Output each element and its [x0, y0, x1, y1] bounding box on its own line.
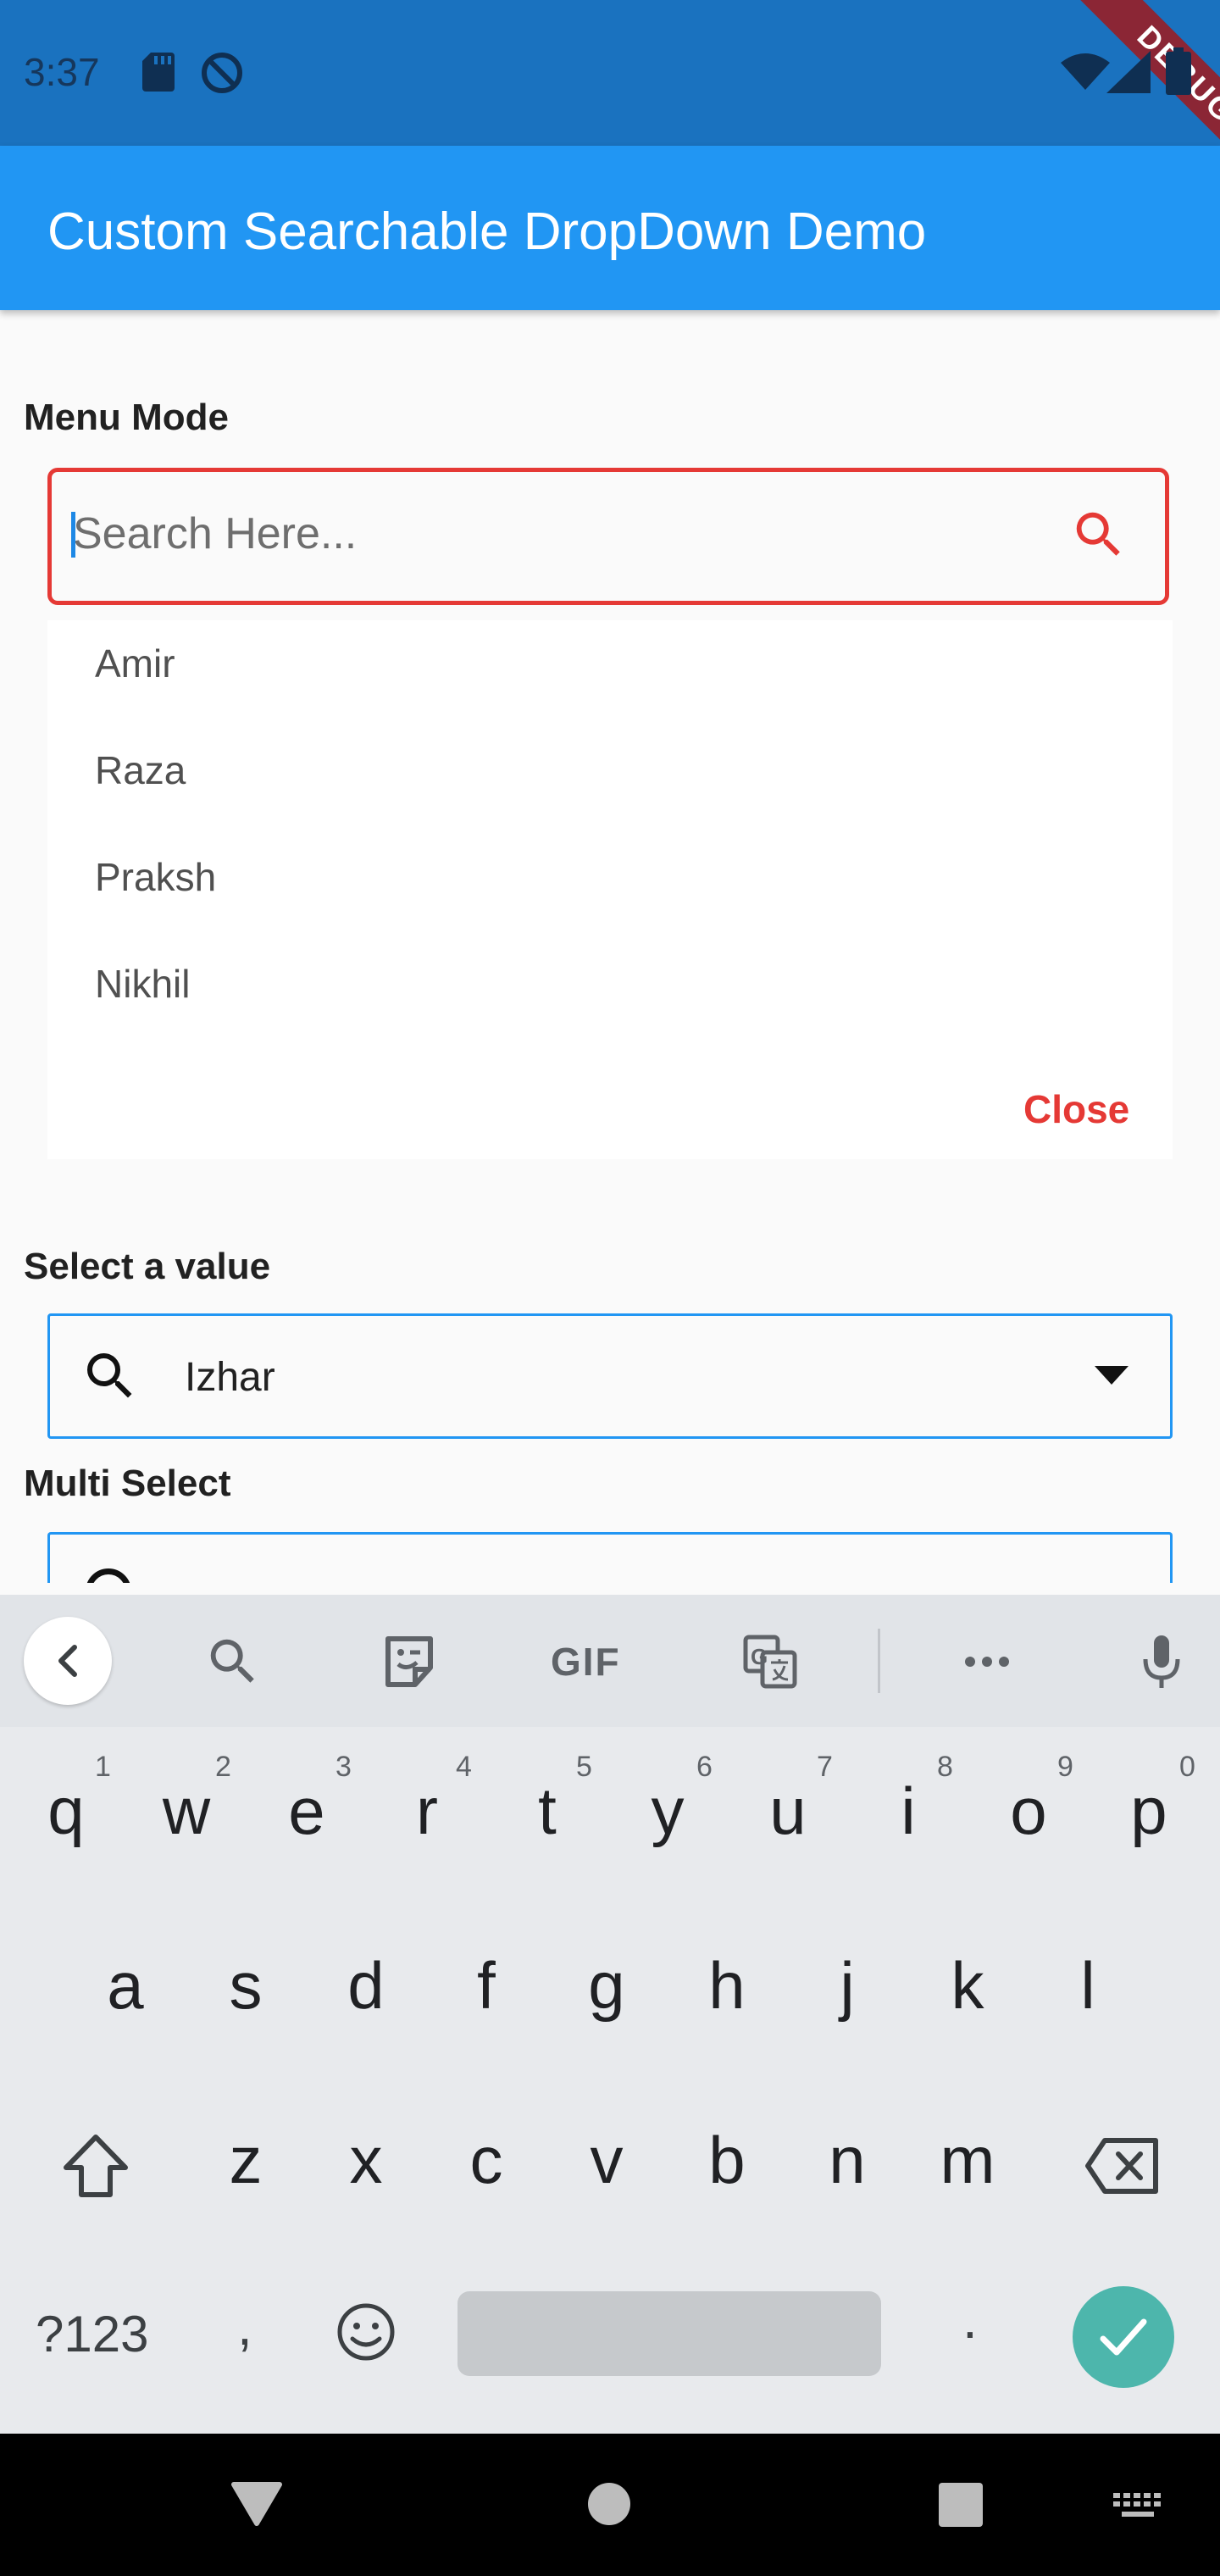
key-w[interactable]: w: [136, 1773, 237, 1850]
key-i[interactable]: i: [857, 1773, 959, 1850]
key-x[interactable]: x: [315, 2122, 417, 2199]
key-b[interactable]: b: [676, 2122, 778, 2199]
symbols-key[interactable]: ?123: [36, 2305, 148, 2363]
page-title: Custom Searchable DropDown Demo: [47, 203, 927, 261]
key-f[interactable]: f: [435, 1947, 537, 2024]
svg-text:G: G: [751, 1644, 768, 1669]
key-u[interactable]: u: [737, 1773, 839, 1850]
select-value-label: Select a value: [24, 1246, 271, 1287]
key-hint: 5: [576, 1751, 592, 1783]
key-h[interactable]: h: [676, 1947, 778, 2024]
key-r[interactable]: r: [376, 1773, 478, 1850]
key-s[interactable]: s: [195, 1947, 297, 2024]
space-key[interactable]: [458, 2291, 881, 2376]
key-c[interactable]: c: [435, 2122, 537, 2199]
back-icon: [58, 1645, 77, 1677]
search-icon: [87, 1353, 132, 1398]
key-hint: 0: [1179, 1751, 1195, 1783]
search-icon: [86, 1568, 131, 1583]
home-circle-icon[interactable]: [586, 2481, 632, 2527]
key-p[interactable]: p: [1098, 1773, 1200, 1850]
key-t[interactable]: t: [496, 1773, 598, 1850]
shift-icon[interactable]: [61, 2134, 130, 2198]
wifi-icon: [1061, 53, 1110, 90]
key-a[interactable]: a: [75, 1947, 176, 2024]
key-d[interactable]: d: [315, 1947, 417, 2024]
signal-icon: [1106, 51, 1151, 93]
key-o[interactable]: o: [978, 1773, 1079, 1850]
menu-mode-label: Menu Mode: [24, 397, 229, 438]
status-bar: DEBUG: [0, 0, 1220, 146]
key-hint: 9: [1057, 1751, 1073, 1783]
gif-icon[interactable]: GIF: [551, 1639, 621, 1685]
key-l[interactable]: l: [1037, 1947, 1139, 2024]
key-g[interactable]: g: [556, 1947, 657, 2024]
dropdown-menu: [47, 620, 1173, 1159]
key-y[interactable]: y: [617, 1773, 718, 1850]
text-cursor: [71, 512, 75, 558]
search-input[interactable]: [73, 500, 1047, 568]
key-hint: 3: [336, 1751, 352, 1783]
battery-icon: [1166, 47, 1191, 95]
toolbar-divider: [878, 1629, 880, 1693]
period-key[interactable]: .: [962, 2288, 978, 2351]
key-hint: 1: [95, 1751, 111, 1783]
list-item[interactable]: Raza: [95, 747, 186, 793]
more-icon[interactable]: [957, 1632, 1017, 1691]
keyboard-switch-icon[interactable]: [1113, 2493, 1162, 2522]
key-m[interactable]: m: [917, 2122, 1018, 2199]
key-z[interactable]: z: [195, 2122, 297, 2199]
sd-card-icon: [142, 53, 175, 92]
key-hint: 7: [817, 1751, 833, 1783]
key-n[interactable]: n: [796, 2122, 898, 2199]
status-time: 3:37: [24, 50, 100, 94]
emoji-icon[interactable]: [336, 2301, 396, 2362]
enter-key[interactable]: [1073, 2286, 1174, 2388]
key-hint: 4: [456, 1751, 472, 1783]
key-e[interactable]: e: [256, 1773, 358, 1850]
multi-select-field[interactable]: [47, 1532, 1173, 1583]
comma-key[interactable]: ,: [237, 2295, 252, 2357]
key-j[interactable]: j: [796, 1947, 898, 2024]
list-item[interactable]: Praksh: [95, 854, 216, 900]
key-v[interactable]: v: [556, 2122, 657, 2199]
key-k[interactable]: k: [917, 1947, 1018, 2024]
key-hint: 2: [215, 1751, 231, 1783]
do-not-disturb-icon: [202, 53, 242, 93]
backspace-icon[interactable]: [1084, 2137, 1161, 2195]
close-button[interactable]: Close: [1023, 1086, 1129, 1132]
sticker-icon[interactable]: [380, 1632, 439, 1691]
translate-icon[interactable]: G: [740, 1632, 800, 1691]
selected-value: Izhar: [185, 1355, 275, 1400]
back-triangle-icon[interactable]: [230, 2481, 283, 2527]
multi-select-label: Multi Select: [24, 1463, 231, 1504]
search-icon[interactable]: [1069, 505, 1128, 564]
recents-square-icon[interactable]: [939, 2483, 983, 2527]
chevron-down-icon[interactable]: [1095, 1366, 1128, 1386]
list-item[interactable]: Nikhil: [95, 961, 190, 1007]
key-q[interactable]: q: [15, 1773, 117, 1850]
key-hint: 8: [937, 1751, 953, 1783]
search-icon[interactable]: [203, 1632, 263, 1691]
check-icon: [1100, 2318, 1147, 2356]
mic-icon[interactable]: [1132, 1632, 1191, 1691]
key-hint: 6: [696, 1751, 713, 1783]
list-item[interactable]: Amir: [95, 641, 175, 686]
back-button[interactable]: [24, 1617, 112, 1705]
